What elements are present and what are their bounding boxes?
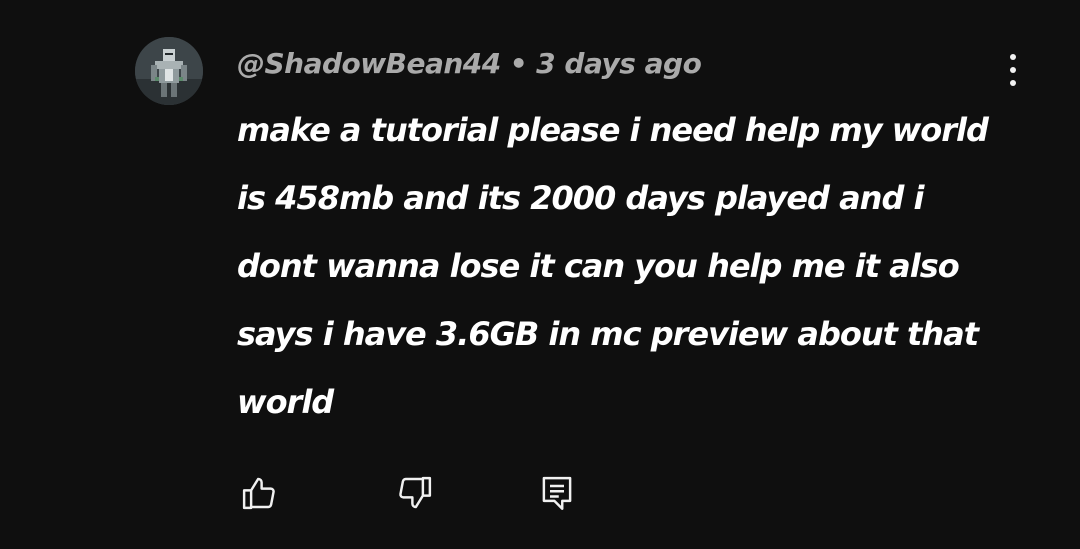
like-button[interactable]: [236, 470, 282, 516]
comment-text: make a tutorial please i need help my wo…: [237, 111, 989, 421]
more-options-button[interactable]: [996, 50, 1030, 90]
thumbs-up-icon: [242, 477, 275, 510]
comment-timestamp[interactable]: 3 days ago: [536, 47, 702, 80]
reply-button[interactable]: [534, 470, 580, 516]
thumbs-down-icon: [399, 476, 432, 509]
comment-header: @ShadowBean44 • 3 days ago: [237, 42, 702, 84]
more-vertical-icon-dot: [1010, 67, 1016, 73]
author-name[interactable]: @ShadowBean44: [237, 47, 501, 80]
dislike-button[interactable]: [392, 470, 438, 516]
armored-knight-avatar-icon: [135, 37, 203, 105]
more-vertical-icon-dot: [1010, 54, 1016, 60]
header-separator: •: [509, 46, 528, 80]
more-vertical-icon-dot: [1010, 80, 1016, 86]
comment-thread: @ShadowBean44 • 3 days ago make a tutori…: [0, 0, 1080, 549]
reply-comment-icon: [542, 476, 572, 510]
avatar[interactable]: [135, 37, 203, 105]
